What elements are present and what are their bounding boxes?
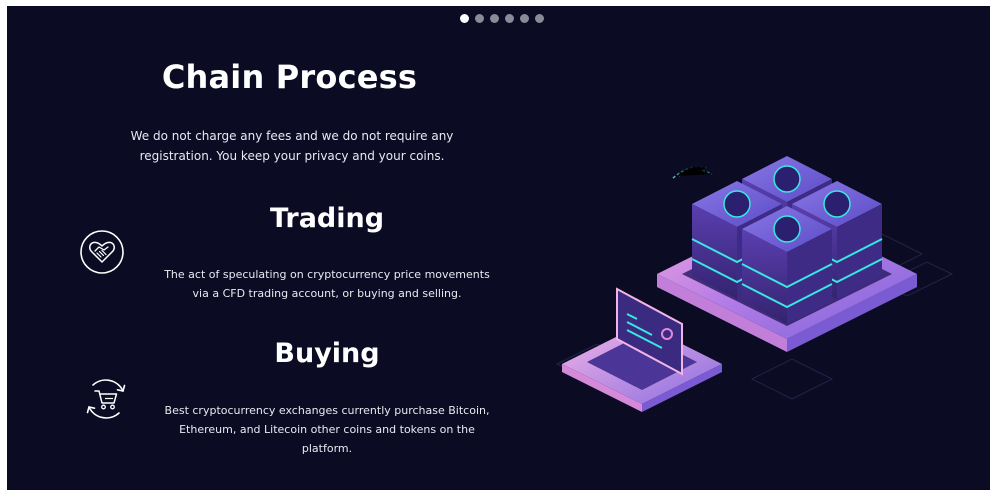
feature-desc-line: platform.	[301, 442, 353, 455]
slider-dot-3[interactable]	[490, 14, 499, 23]
slider-dot-4[interactable]	[505, 14, 514, 23]
hero-section: Chain Process We do not charge any fees …	[7, 6, 990, 490]
crypto-server-illustration	[555, 156, 954, 412]
feature-title-trading: Trading	[269, 203, 385, 234]
feature-desc-line: The act of speculating on cryptocurrency…	[164, 268, 490, 281]
section-title: Chain Process	[161, 58, 418, 96]
shopping-cart-icon	[86, 379, 126, 419]
feature-desc-line: Ethereum, and Litecoin other coins and t…	[179, 423, 475, 436]
feature-desc-buying: Best cryptocurrency exchanges currently …	[142, 401, 512, 458]
feature-title-buying: Buying	[274, 338, 380, 369]
slider-pagination	[460, 14, 544, 23]
intro-line-1: We do not charge any fees and we do not …	[130, 129, 454, 143]
slider-dot-1[interactable]	[460, 14, 469, 23]
slider-dot-6[interactable]	[535, 14, 544, 23]
feature-desc-line: Best cryptocurrency exchanges currently …	[164, 404, 490, 417]
handshake-heart-icon	[80, 230, 124, 274]
slider-dot-5[interactable]	[520, 14, 529, 23]
slider-dot-2[interactable]	[475, 14, 484, 23]
section-intro: We do not charge any fees and we do not …	[102, 126, 482, 166]
feature-desc-line: via a CFD trading account, or buying and…	[192, 287, 462, 300]
intro-line-2: registration. You keep your privacy and …	[139, 149, 445, 163]
feature-desc-trading: The act of speculating on cryptocurrency…	[137, 265, 517, 303]
